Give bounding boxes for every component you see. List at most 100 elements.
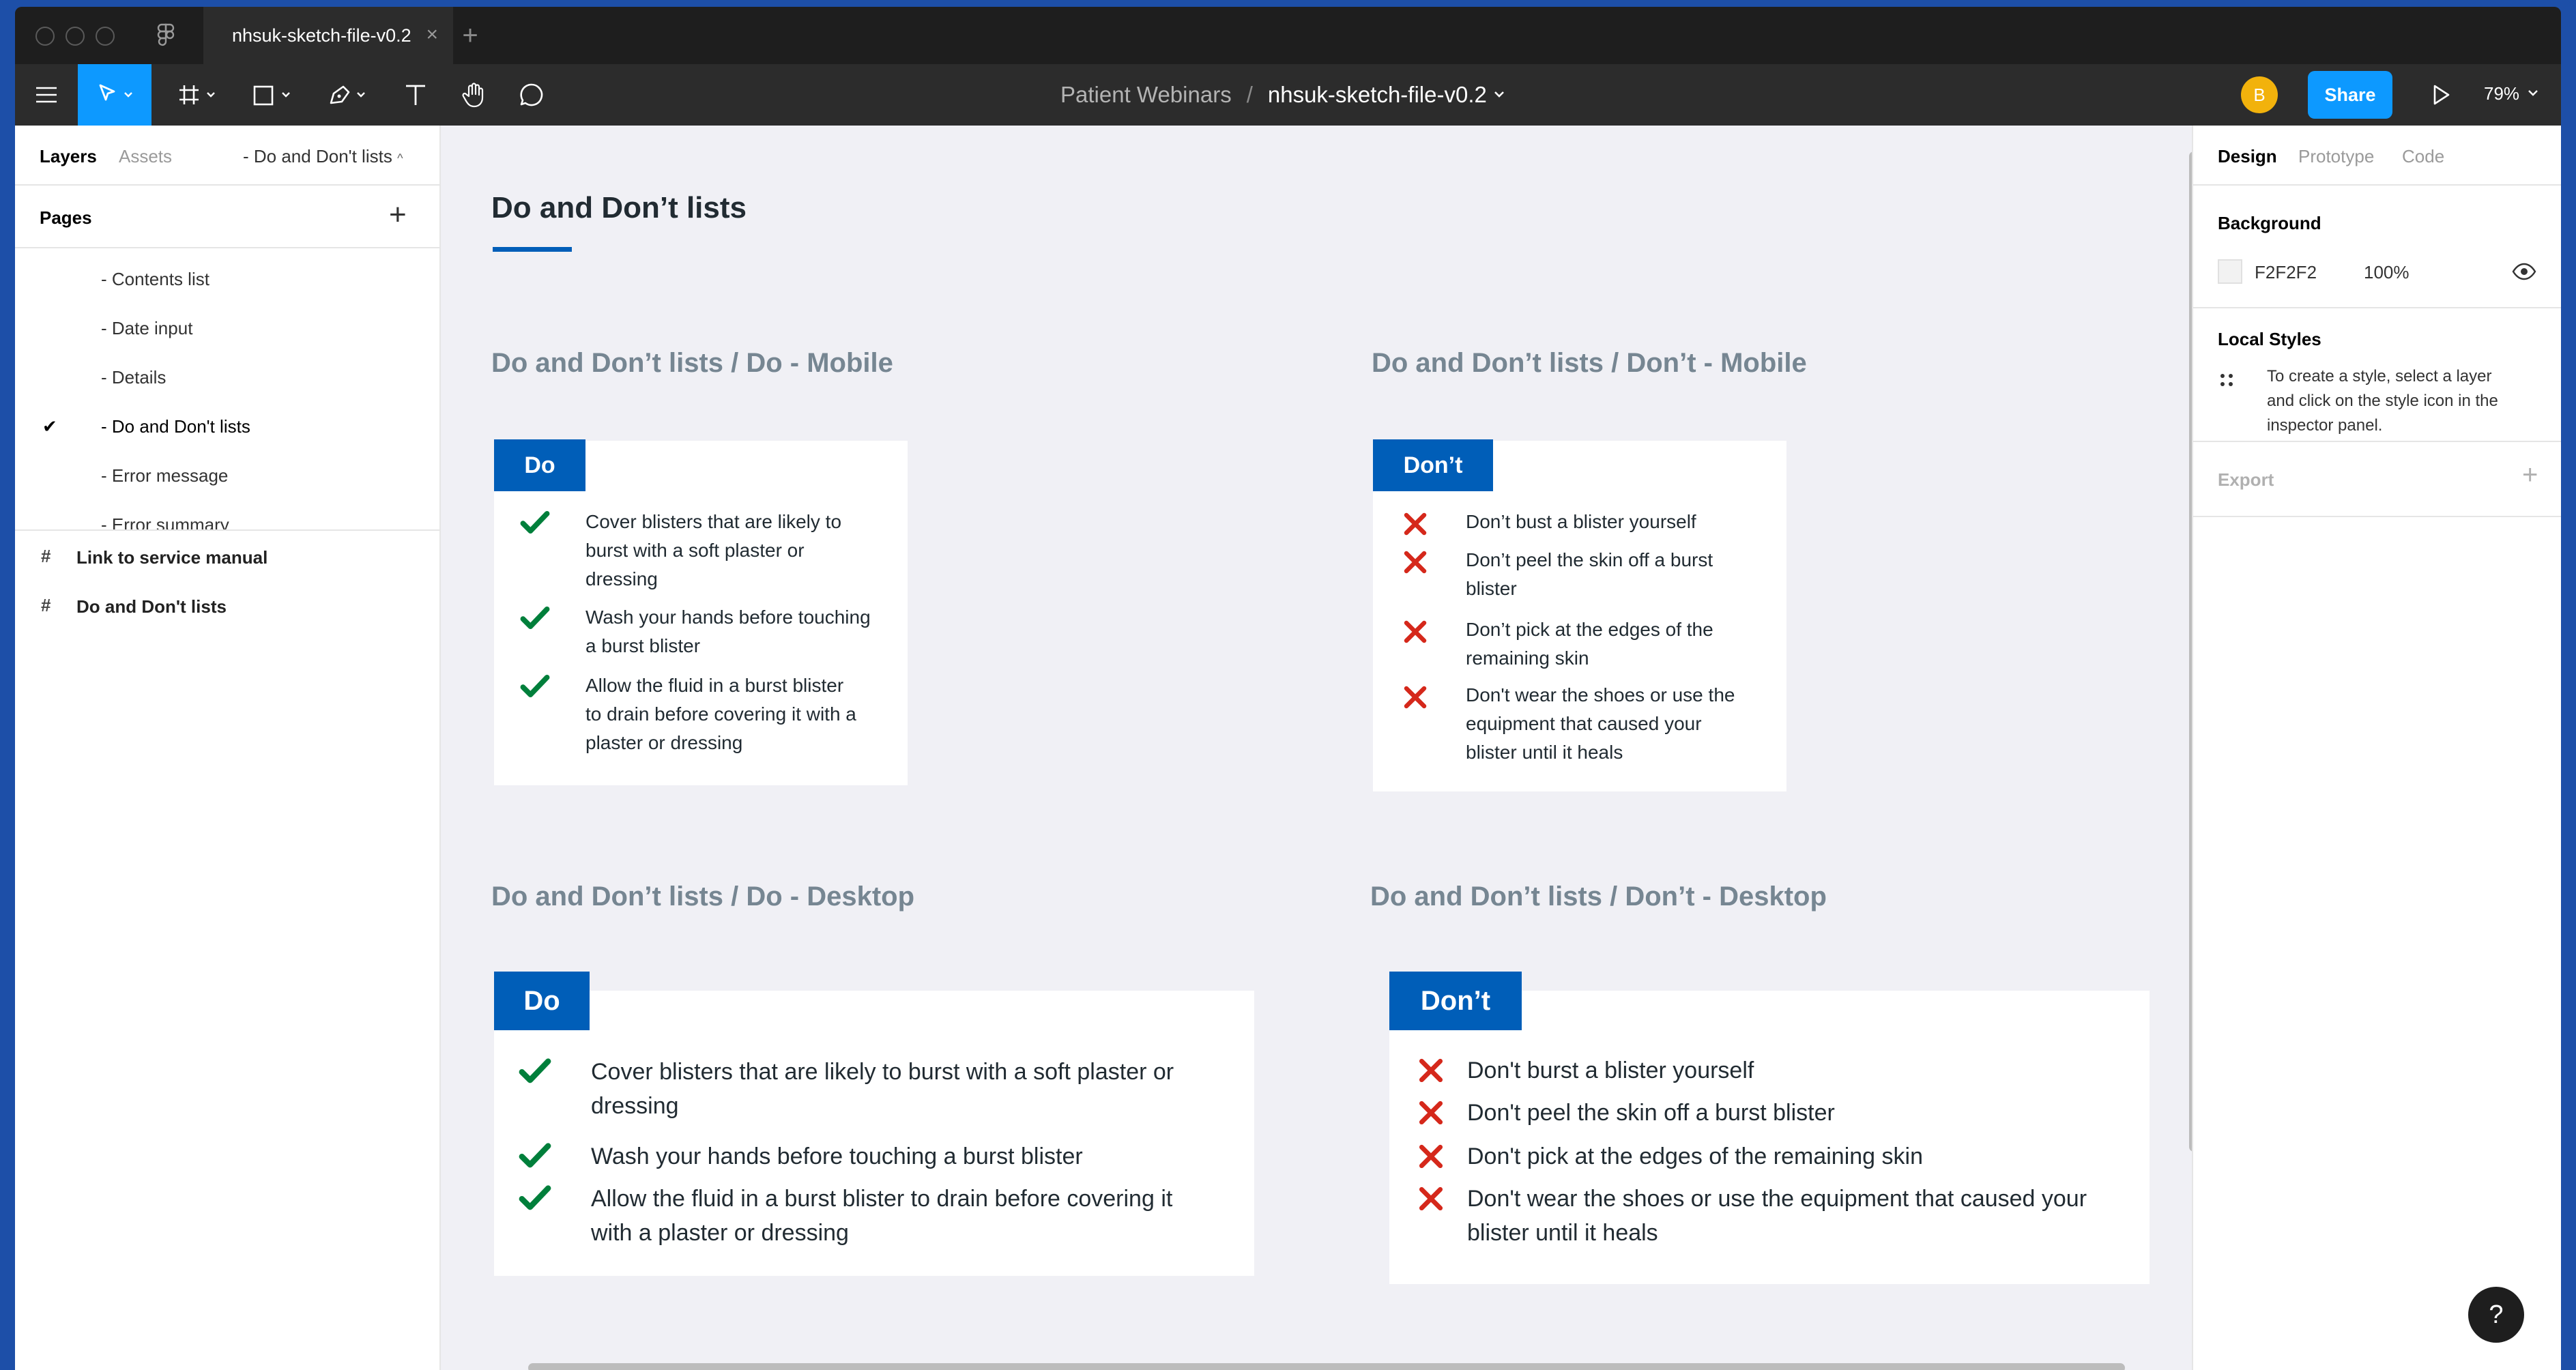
page-item-date-input[interactable]: - Date input: [101, 318, 192, 339]
tab-code[interactable]: Code: [2402, 146, 2444, 167]
zoom-dropdown[interactable]: 79%: [2484, 83, 2542, 104]
export-title: Export: [2218, 469, 2274, 490]
layer-frame-do-and-dont-lists[interactable]: # Do and Don't lists: [15, 581, 439, 630]
page-item-details[interactable]: - Details: [101, 367, 166, 388]
tab-prototype[interactable]: Prototype: [2298, 146, 2374, 167]
background-title: Background: [2218, 213, 2321, 233]
layer-name: Do and Don't lists: [76, 596, 227, 617]
tick-icon: [520, 606, 550, 629]
background-color-swatch[interactable]: [2218, 259, 2242, 284]
list-item: Cover blisters that are likely to burst w…: [585, 511, 842, 589]
current-page-dropdown[interactable]: - Do and Don't lists ^: [243, 146, 403, 167]
frame-icon: #: [41, 595, 51, 615]
list-item: Don't wear the shoes or use the equipment…: [1466, 684, 1735, 763]
help-button[interactable]: ?: [2468, 1287, 2524, 1343]
breadcrumb: Patient Webinars / nhsuk-sketch-file-v0.…: [1060, 64, 1510, 126]
list-item: Allow the fluid in a burst blister to dra…: [585, 675, 856, 753]
title-underline: [493, 247, 572, 252]
list-item: Don’t pick at the edges of the remaining …: [1466, 619, 1713, 669]
move-tool-button[interactable]: [78, 64, 151, 126]
cross-icon: [1404, 686, 1427, 709]
add-page-icon[interactable]: +: [389, 198, 407, 232]
share-button[interactable]: Share: [2308, 71, 2392, 119]
hand-icon: [462, 83, 484, 108]
background-opacity-input[interactable]: 100%: [2364, 262, 2409, 283]
add-export-icon[interactable]: +: [2522, 460, 2538, 491]
section-title-dont-desktop: Do and Don’t lists / Don’t - Desktop: [1370, 881, 1827, 912]
tick-icon: [519, 1185, 551, 1210]
list-item: Don't burst a blister yourself: [1467, 1058, 1754, 1083]
shape-tool-button[interactable]: [240, 64, 308, 126]
comment-icon: [520, 83, 543, 106]
cross-icon: [1404, 620, 1427, 643]
horizontal-scrollbar[interactable]: [528, 1363, 2125, 1370]
tab-assets[interactable]: Assets: [119, 146, 172, 167]
comment-tool-button[interactable]: [508, 64, 555, 126]
chevron-up-icon: ^: [397, 151, 403, 165]
cross-icon: [1404, 551, 1427, 574]
page-list: - Contents list - Date input - Details ✔…: [15, 248, 439, 531]
text-icon: [406, 85, 425, 105]
background-section: Background F2F2F2 100%: [2193, 186, 2561, 308]
checkmark-icon: ✔: [42, 416, 57, 437]
tick-icon: [519, 1058, 551, 1083]
project-name-link[interactable]: Patient Webinars: [1060, 82, 1232, 108]
cross-icon: [1419, 1186, 1443, 1211]
pen-tool-button[interactable]: [315, 64, 383, 126]
list-item: Wash your hands before touching a burst …: [591, 1143, 1083, 1169]
layer-name: Link to service manual: [76, 547, 268, 568]
zoom-window-button[interactable]: [96, 27, 115, 46]
figma-logo-icon[interactable]: [156, 23, 176, 49]
main-menu-icon[interactable]: [27, 64, 66, 126]
do-label-desktop: Do: [494, 972, 590, 1030]
export-section: Export +: [2193, 442, 2561, 517]
chevron-down-icon[interactable]: [1490, 88, 1510, 102]
new-tab-button[interactable]: +: [453, 19, 487, 52]
canvas[interactable]: Do and Don’t lists Do and Don’t lists / …: [441, 126, 2192, 1370]
dont-label-mobile: Don’t: [1373, 439, 1493, 491]
breadcrumb-separator: /: [1246, 82, 1253, 107]
background-hex-input[interactable]: F2F2F2: [2255, 262, 2317, 283]
minimize-window-button[interactable]: [66, 27, 85, 46]
layer-frame-link-to-service-manual[interactable]: # Link to service manual: [15, 532, 439, 581]
pages-header: Pages +: [15, 184, 439, 248]
frame-tool-button[interactable]: [165, 64, 233, 126]
page-item-error-message[interactable]: - Error message: [101, 465, 228, 486]
section-title-do-mobile: Do and Don’t lists / Do - Mobile: [491, 348, 893, 378]
cross-icon: [1419, 1058, 1443, 1083]
local-styles-hint: To create a style, select a layer and cl…: [2267, 367, 2498, 435]
list-item: Don't wear the shoes or use the equipmen…: [1467, 1186, 2087, 1246]
file-name-menu[interactable]: nhsuk-sketch-file-v0.2: [1268, 82, 1487, 108]
list-item: Wash your hands before touching a burst b…: [585, 607, 871, 656]
do-label-mobile: Do: [494, 439, 585, 491]
hand-tool-button[interactable]: [450, 64, 498, 126]
frame-icon: #: [41, 546, 51, 566]
page-item-do-and-dont-lists[interactable]: - Do and Don't lists: [101, 416, 250, 437]
zoom-level: 79%: [2484, 83, 2520, 104]
cross-icon: [1419, 1101, 1443, 1125]
user-avatar[interactable]: B: [2241, 76, 2278, 113]
page-item-error-summary[interactable]: - Error summary: [101, 514, 229, 529]
tick-icon: [519, 1143, 551, 1168]
close-window-button[interactable]: [35, 27, 55, 46]
title-bar: nhsuk-sketch-file-v0.2 × +: [15, 7, 2561, 64]
dont-label-desktop: Don’t: [1389, 972, 1522, 1030]
rectangle-icon: [253, 85, 290, 106]
pages-title: Pages: [40, 207, 92, 228]
right-panel-tabs: Design Prototype Code: [2193, 126, 2561, 186]
close-tab-icon[interactable]: ×: [426, 23, 438, 46]
text-tool-button[interactable]: [392, 64, 439, 126]
left-panel-tabs: Layers Assets - Do and Don't lists ^: [15, 126, 439, 184]
tab-layers[interactable]: Layers: [40, 146, 97, 167]
present-play-icon[interactable]: [2431, 83, 2451, 106]
page-title: Do and Don’t lists: [491, 191, 747, 224]
page-item-contents-list[interactable]: - Contents list: [101, 269, 209, 290]
page-prefix: -: [243, 146, 254, 166]
eye-visibility-icon[interactable]: [2511, 262, 2537, 281]
tab-design[interactable]: Design: [2218, 146, 2277, 167]
local-styles-section: Local Styles To create a style, select a…: [2193, 308, 2561, 442]
section-title-do-desktop: Do and Don’t lists / Do - Desktop: [491, 881, 915, 912]
file-tab[interactable]: nhsuk-sketch-file-v0.2 ×: [203, 7, 453, 64]
local-styles-title: Local Styles: [2218, 329, 2321, 349]
list-item: Don't pick at the edges of the remaining…: [1467, 1143, 1923, 1169]
